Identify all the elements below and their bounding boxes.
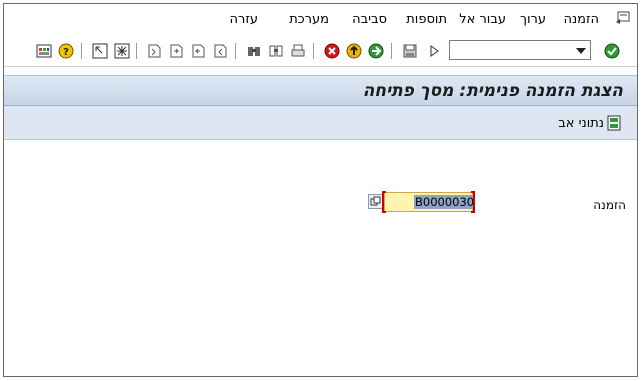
order-number-value: B0000030 bbox=[414, 195, 476, 209]
command-field[interactable] bbox=[449, 40, 591, 60]
master-data-label: נתוני אב bbox=[558, 115, 604, 131]
command-field-toggle-icon[interactable] bbox=[425, 42, 443, 60]
sap-window: הזמנה ערוך עבור אל תוספות סביבה מערכת עז… bbox=[3, 3, 638, 377]
toolbar-separator bbox=[235, 43, 236, 59]
menu-environment[interactable]: סביבה bbox=[352, 12, 387, 27]
toolbar-separator bbox=[391, 43, 392, 59]
new-session-icon[interactable] bbox=[91, 42, 109, 60]
menu-order[interactable]: הזמנה bbox=[563, 12, 599, 27]
application-toolbar: נתוני אב bbox=[4, 106, 637, 140]
next-page-icon[interactable] bbox=[167, 42, 185, 60]
required-bracket-left bbox=[382, 191, 386, 213]
order-label: הזמנה bbox=[593, 198, 626, 212]
last-page-icon[interactable] bbox=[145, 42, 163, 60]
menu-goto[interactable]: עבור אל bbox=[459, 12, 506, 27]
menu-system[interactable]: מערכת bbox=[289, 12, 329, 27]
menu-bar: הזמנה ערוך עבור אל תוספות סביבה מערכת עז… bbox=[4, 4, 637, 36]
cancel-icon[interactable] bbox=[323, 42, 341, 60]
toolbar-gap bbox=[4, 67, 637, 75]
find-next-icon[interactable] bbox=[245, 42, 263, 60]
standard-toolbar: ? bbox=[4, 36, 637, 67]
page-title: הצגת הזמנה פנימית: מסך פתיחה bbox=[362, 81, 623, 101]
menu-help[interactable]: עזרה bbox=[230, 12, 258, 27]
find-icon[interactable] bbox=[267, 42, 285, 60]
first-page-icon[interactable] bbox=[211, 42, 229, 60]
shortcut-icon[interactable] bbox=[113, 42, 131, 60]
toolbar-separator bbox=[136, 43, 137, 59]
master-data-button[interactable]: נתוני אב bbox=[558, 115, 621, 131]
toolbar-separator bbox=[313, 43, 314, 59]
selection-screen: הזמנה B0000030 bbox=[4, 140, 637, 376]
menu-extras[interactable]: תוספות bbox=[406, 12, 447, 27]
required-bracket-right bbox=[471, 191, 475, 213]
enter-checkmark-icon[interactable] bbox=[603, 42, 621, 60]
possible-entries-icon[interactable] bbox=[368, 194, 383, 209]
chevron-down-icon[interactable] bbox=[576, 48, 586, 54]
toolbar-separator bbox=[81, 43, 82, 59]
order-number-input[interactable]: B0000030 bbox=[382, 191, 476, 213]
help-icon[interactable]: ? bbox=[57, 42, 75, 60]
previous-page-icon[interactable] bbox=[189, 42, 207, 60]
system-menu-icon[interactable] bbox=[615, 11, 631, 25]
screen-title-bar: הצגת הזמנה פנימית: מסך פתיחה bbox=[4, 75, 637, 106]
master-data-icon bbox=[607, 115, 621, 131]
back-icon[interactable] bbox=[367, 42, 385, 60]
exit-icon[interactable] bbox=[345, 42, 363, 60]
svg-text:?: ? bbox=[63, 47, 69, 58]
print-icon[interactable] bbox=[289, 42, 307, 60]
save-icon[interactable] bbox=[401, 42, 419, 60]
customize-layout-icon[interactable] bbox=[35, 42, 53, 60]
menu-edit[interactable]: ערוך bbox=[520, 12, 546, 27]
